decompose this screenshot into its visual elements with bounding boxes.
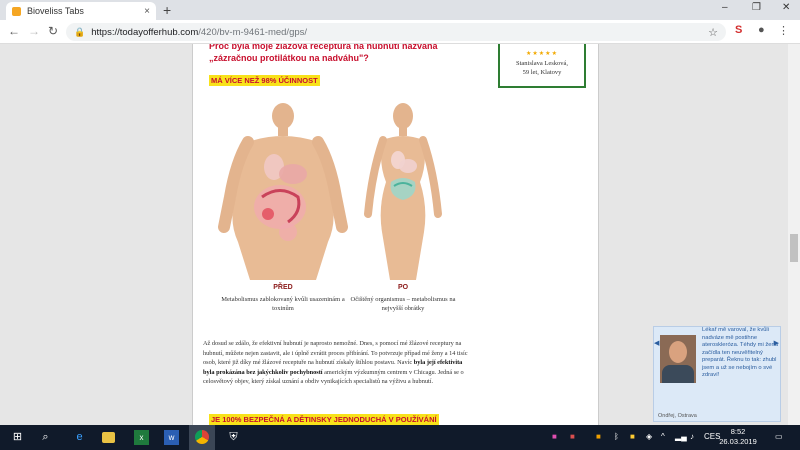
article-column: Proč byla moje žlázová receptura na hubn… <box>192 44 599 425</box>
clock-time: 8:52 <box>730 427 746 436</box>
tab-close-icon[interactable]: × <box>144 6 150 17</box>
testimonial-message: Lékař mě varoval, že kvůli nadváze mě po… <box>702 327 778 378</box>
review-name: Stanislava Lesková, <box>516 60 568 67</box>
chevron-left-icon[interactable]: ◀ <box>654 339 659 347</box>
highlight-efficiency: MÁ VÍCE NEŽ 98% ÚČINNOST <box>209 75 320 86</box>
reload-icon[interactable]: ↻ <box>48 24 58 38</box>
edge-icon[interactable]: e <box>72 430 87 445</box>
browser-tab[interactable]: Bioveliss Tabs × <box>6 2 156 20</box>
tab-bar: Bioveliss Tabs × + – ❐ ✕ <box>0 0 800 20</box>
after-caption: Očištěný organismus – metabolismus na ne… <box>350 296 456 312</box>
review-box: ★★★★★ Stanislava Lesková, 59 let, Klatov… <box>498 44 586 88</box>
excel-icon[interactable]: x <box>134 430 149 445</box>
network-icon[interactable]: ▂▄ <box>675 432 687 441</box>
url-host: https://todayofferhub.com <box>91 26 199 38</box>
extension-icon[interactable]: S <box>735 24 742 36</box>
url-path: /420/bv-m-9461-med/gps/ <box>198 26 308 38</box>
chevron-right-icon[interactable]: ▶ <box>774 339 779 347</box>
windows-start-icon[interactable]: ⊞ <box>10 430 25 445</box>
tab-title: Bioveliss Tabs <box>27 6 84 16</box>
minimize-button[interactable]: – <box>722 2 728 13</box>
favicon-icon <box>12 6 21 16</box>
tray-app-icon-5[interactable]: ◈ <box>646 432 652 441</box>
search-icon[interactable]: ⌕ <box>38 430 53 445</box>
article-paragraph: Až dosud se zdálo, že efektivní hubnutí … <box>203 339 468 387</box>
tray-app-icon-4[interactable]: ■ <box>630 432 635 441</box>
tray-app-icon-2[interactable]: ■ <box>570 432 575 441</box>
tray-expand-icon[interactable]: ^ <box>661 432 665 441</box>
tray-app-icon-3[interactable]: ■ <box>596 432 601 441</box>
after-title: PO <box>397 284 409 291</box>
windows-taskbar: ⊞ ⌕ e x w ⛨ ■ ■ ■ ᛒ ■ ◈ ^ ▂▄ ♪ CES 8:52 … <box>0 425 800 450</box>
back-icon[interactable]: ← <box>8 24 20 38</box>
chrome-icon-active[interactable] <box>189 425 215 450</box>
word-icon[interactable]: w <box>164 430 179 445</box>
close-window-button[interactable]: ✕ <box>782 2 790 13</box>
tray-app-icon[interactable]: ■ <box>552 432 557 441</box>
scrollbar[interactable] <box>788 44 800 425</box>
clock-date: 26.03.2019 <box>719 437 757 446</box>
page-viewport: Proč byla moje žlázová receptura na hubn… <box>0 44 800 425</box>
before-body-illustration <box>218 103 348 280</box>
volume-icon[interactable]: ♪ <box>690 432 694 441</box>
before-caption: Metabolismus zablokovaný kvůli usazeniná… <box>221 296 345 312</box>
bluetooth-icon[interactable]: ᛒ <box>614 432 619 441</box>
profile-icon[interactable]: ● <box>758 24 765 36</box>
review-stars: ★★★★★ <box>526 51 558 57</box>
maximize-button[interactable]: ❐ <box>752 2 761 13</box>
file-explorer-icon[interactable] <box>102 432 115 443</box>
article-heading: Proč byla moje žlázová receptura na hubn… <box>209 44 438 63</box>
bookmark-star-icon[interactable]: ☆ <box>708 26 718 39</box>
scrollbar-thumb[interactable] <box>790 234 798 262</box>
review-meta: 59 let, Klatovy <box>522 69 562 76</box>
lock-icon: 🔒 <box>74 26 86 37</box>
highlight-safety: JE 100% BEZPEČNÁ A DĚTINSKY JEDNODUCHÁ V… <box>209 414 439 425</box>
after-body-illustration <box>364 103 442 280</box>
security-shield-icon[interactable]: ⛨ <box>226 430 241 445</box>
avatar <box>660 335 696 383</box>
testimonial-author: Ondřej, Ostrava <box>658 413 697 419</box>
notifications-icon[interactable]: ▭ <box>775 432 783 441</box>
address-bar[interactable]: 🔒 https://todayofferhub.com /420/bv-m-94… <box>66 23 726 41</box>
new-tab-button[interactable]: + <box>163 2 171 18</box>
forward-icon[interactable]: → <box>28 24 40 38</box>
browser-toolbar: ← → ↻ 🔒 https://todayofferhub.com /420/b… <box>0 20 800 44</box>
before-title: PŘED <box>273 284 293 291</box>
system-clock[interactable]: 8:52 26.03.2019 <box>716 427 760 447</box>
menu-icon[interactable]: ⋮ <box>778 24 789 37</box>
testimonial-widget[interactable]: ◀ Lékař mě varoval, že kvůli nadváze mě … <box>653 326 781 422</box>
